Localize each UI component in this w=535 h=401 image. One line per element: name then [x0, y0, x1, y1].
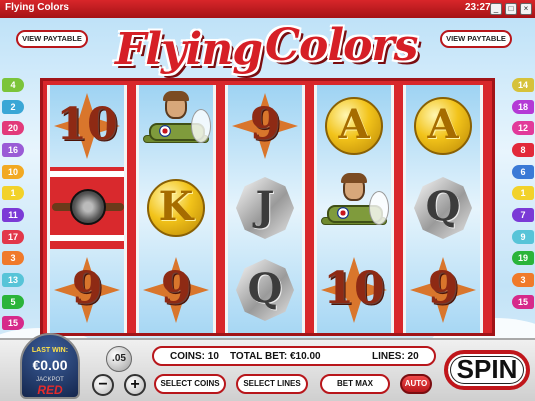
symbol-number: 9: [228, 85, 302, 167]
symbol-label: J: [255, 183, 275, 230]
reel: 10 9: [47, 85, 127, 333]
payline-flag[interactable]: 13: [2, 273, 24, 287]
payline-flag[interactable]: 15: [512, 295, 534, 309]
increase-coin-button[interactable]: +: [124, 374, 146, 396]
bet-info-bar: COINS: 10 TOTAL BET: €10.00 LINES: 20: [152, 346, 436, 366]
pilot-cap-icon: [341, 173, 367, 183]
payline-flag[interactable]: 6: [512, 165, 534, 179]
payline-flag[interactable]: 15: [2, 316, 24, 330]
close-button[interactable]: ×: [520, 3, 532, 15]
symbol-gold-letter: A: [406, 85, 480, 167]
symbol-red-plane-nose: [50, 167, 124, 249]
payline-flag[interactable]: 3: [512, 273, 534, 287]
reels-frame: 10 9 K 9 9 J Q A 10 A Q 9: [40, 78, 495, 336]
view-paytable-button-left[interactable]: VIEW PAYTABLE: [16, 30, 88, 48]
propeller-blur-icon: [369, 191, 389, 225]
view-paytable-button-right[interactable]: VIEW PAYTABLE: [440, 30, 512, 48]
symbol-silver-letter: J: [228, 167, 302, 249]
clock: 23:27: [465, 2, 491, 13]
symbol-silver-letter: Q: [406, 167, 480, 249]
last-win-label: LAST WIN:: [31, 347, 69, 354]
bet-max-button[interactable]: BET MAX: [320, 374, 390, 394]
roundel-icon: [337, 207, 349, 219]
payline-flag[interactable]: 10: [2, 165, 24, 179]
symbol-label: 10: [323, 263, 385, 314]
symbol-gold-letter: K: [139, 167, 213, 249]
select-lines-button[interactable]: SELECT LINES: [236, 374, 308, 394]
payline-flag[interactable]: 9: [512, 230, 534, 244]
select-coins-button[interactable]: SELECT COINS: [154, 374, 226, 394]
lines-text: LINES: 20: [372, 351, 419, 362]
last-win-display: LAST WIN: €0.00 JACKPOT RED: [20, 333, 80, 399]
payline-flag[interactable]: 5: [2, 295, 24, 309]
payline-flag[interactable]: 12: [512, 121, 534, 135]
total-bet-text: TOTAL BET: €10.00: [230, 351, 321, 362]
symbol-label: K: [158, 183, 194, 230]
payline-flag[interactable]: 8: [512, 143, 534, 157]
payline-flag[interactable]: 16: [2, 143, 24, 157]
brand-logo: RED: [37, 383, 63, 397]
symbol-label: 9: [249, 99, 281, 150]
coins-text: COINS: 10: [170, 351, 219, 362]
symbol-number: 9: [406, 249, 480, 331]
payline-flag[interactable]: 18: [512, 100, 534, 114]
logo-word-flying: Flying: [115, 24, 263, 75]
payline-flag[interactable]: 11: [2, 208, 24, 222]
symbol-label: Q: [425, 183, 461, 230]
symbol-pilot-plane: [317, 167, 391, 249]
symbol-number: 9: [139, 249, 213, 331]
window-title: Flying Colors: [5, 2, 69, 13]
stripe: [50, 171, 124, 177]
pilot-cap-icon: [163, 91, 189, 101]
propeller-hub-icon: [70, 189, 106, 225]
last-win-value: €0.00: [32, 357, 68, 373]
payline-flag[interactable]: 19: [512, 251, 534, 265]
symbol-label: 10: [56, 99, 118, 150]
propeller-blur-icon: [191, 109, 211, 143]
symbol-label: 9: [160, 263, 192, 314]
symbol-label: 9: [427, 263, 459, 314]
payline-flag[interactable]: 3: [2, 251, 24, 265]
reel: K9: [136, 85, 216, 333]
payline-flag[interactable]: 20: [2, 121, 24, 135]
minimize-button[interactable]: _: [490, 3, 502, 15]
logo-word-colors: Colors: [265, 20, 418, 71]
payline-flag[interactable]: 4: [2, 78, 24, 92]
reel: 9 JQ: [225, 85, 305, 333]
symbol-label: Q: [247, 265, 283, 312]
symbol-number: 9: [50, 249, 124, 331]
game-logo: Flying Colors: [105, 14, 430, 82]
spin-button[interactable]: SPIN: [444, 350, 530, 390]
symbol-number: 10: [50, 85, 124, 167]
payline-flag[interactable]: 7: [512, 208, 534, 222]
payline-flag[interactable]: 14: [512, 78, 534, 92]
symbol-label: 9: [71, 263, 103, 314]
symbol-cell: [50, 167, 124, 249]
coin-size-display: .05: [106, 346, 132, 372]
symbol-label: A: [338, 101, 370, 148]
symbol-pilot-plane: [139, 85, 213, 167]
payline-flag[interactable]: 2: [2, 100, 24, 114]
reel: A 10: [314, 85, 394, 333]
symbol-label: A: [427, 101, 459, 148]
right-payline-flags: 14 18 12 8 6 1 7 9 19 3 15: [508, 78, 535, 338]
reel: AQ 9: [403, 85, 483, 333]
roundel-icon: [159, 125, 171, 137]
payline-flag[interactable]: 1: [512, 186, 534, 200]
symbol-silver-letter: Q: [228, 249, 302, 331]
payline-flag[interactable]: 17: [2, 230, 24, 244]
symbol-number: 10: [317, 249, 391, 331]
stripe: [50, 235, 124, 241]
decrease-coin-button[interactable]: −: [92, 374, 114, 396]
left-payline-flags: 4 2 20 16 10 1 11 17 3 13 5 15: [0, 78, 40, 338]
auto-button[interactable]: AUTO: [400, 374, 432, 394]
payline-flag[interactable]: 1: [2, 186, 24, 200]
maximize-button[interactable]: □: [505, 3, 517, 15]
symbol-gold-letter: A: [317, 85, 391, 167]
